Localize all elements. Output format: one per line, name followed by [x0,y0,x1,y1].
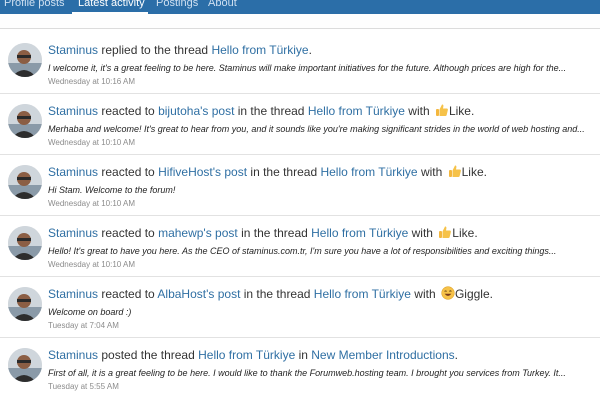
action-text: posted the thread [98,348,199,362]
activity-headline: Staminus reacted to mahewp's post in the… [48,225,478,241]
avatar[interactable] [8,226,42,260]
post-link[interactable]: AlbaHost's post [157,287,240,301]
post-excerpt: Merhaba and welcome! It's great to hear … [48,124,585,134]
thread-link[interactable]: Hello from Türkiye [198,348,295,362]
action-text: reacted to [98,165,159,179]
thread-link[interactable]: Hello from Türkiye [311,226,408,240]
post-excerpt: Hi Stam. Welcome to the forum! [48,185,176,195]
avatar[interactable] [8,287,42,321]
period-text: . [470,104,475,118]
action-text: reacted to [98,287,158,301]
activity-item: Staminus posted the thread Hello from Tü… [0,338,600,399]
post-excerpt: Hello! It's great to have you here. As t… [48,246,557,256]
tab-postings[interactable]: Postings [156,0,198,14]
post-excerpt: Welcome on board :) [48,307,132,317]
in-thread-text: in the thread [240,287,314,301]
post-link[interactable]: mahewp's post [158,226,238,240]
activity-timestamp[interactable]: Wednesday at 10:10 AM [48,198,135,209]
activity-item: Staminus replied to the thread Hello fro… [0,33,600,94]
period-text: . [308,43,312,57]
user-link[interactable]: Staminus [48,104,98,118]
post-link[interactable]: bijutoha's post [158,104,234,118]
post-excerpt: I welcome it, it's a great feeling to be… [48,63,567,73]
activity-timestamp[interactable]: Wednesday at 10:16 AM [48,76,135,87]
in-text: in [295,348,312,362]
activity-timestamp[interactable]: Tuesday at 5:55 AM [48,381,119,392]
thumbs-up-icon [435,103,449,117]
activity-headline: Staminus reacted to bijutoha's post in t… [48,103,474,119]
activity-headline: Staminus reacted to AlbaHost's post in t… [48,286,493,302]
avatar[interactable] [8,165,42,199]
user-link[interactable]: Staminus [48,165,98,179]
avatar[interactable] [8,104,42,138]
activity-feed: Staminus replied to the thread Hello fro… [0,28,600,400]
post-excerpt: First of all, it is a great feeling to b… [48,368,566,378]
giggle-face-icon [441,286,455,300]
activity-item: Staminus reacted to AlbaHost's post in t… [0,277,600,338]
profile-tab-bar: Profile posts Latest activity Postings A… [0,0,600,14]
activity-item: Staminus reacted to mahewp's post in the… [0,216,600,277]
avatar[interactable] [8,348,42,382]
activity-headline: Staminus replied to the thread Hello fro… [48,42,312,58]
forum-link[interactable]: New Member Introductions [311,348,454,362]
activity-item: Staminus reacted to HifiveHost's post in… [0,155,600,216]
thumbs-up-icon [448,164,462,178]
reaction-label: Like [448,104,471,118]
activity-timestamp[interactable]: Wednesday at 10:10 AM [48,137,135,148]
user-link[interactable]: Staminus [48,348,98,362]
action-text: replied to the thread [98,43,212,57]
tab-about[interactable]: About [208,0,237,14]
thread-link[interactable]: Hello from Türkiye [314,287,411,301]
activity-headline: Staminus posted the thread Hello from Tü… [48,347,458,363]
activity-headline: Staminus reacted to HifiveHost's post in… [48,164,487,180]
period-text: . [454,348,458,362]
in-thread-text: in the thread [234,104,308,118]
action-text: reacted to [98,104,159,118]
in-thread-text: in the thread [237,226,312,240]
post-link[interactable]: HifiveHost's post [158,165,247,179]
with-text: with [410,287,439,301]
avatar[interactable] [8,43,42,77]
user-link[interactable]: Staminus [48,226,98,240]
active-tab-indicator [72,12,148,14]
reaction-label: Like [452,226,475,240]
thumbs-up-icon [438,225,452,239]
thread-link[interactable]: Hello from Türkiye [320,165,417,179]
user-link[interactable]: Staminus [48,43,98,57]
period-text: . [474,226,478,240]
with-text: with [417,165,446,179]
activity-timestamp[interactable]: Wednesday at 10:10 AM [48,259,135,270]
period-text: . [483,165,487,179]
reaction-label: Like [461,165,484,179]
activity-item: Staminus reacted to bijutoha's post in t… [0,94,600,155]
reaction-label: Giggle [454,287,490,301]
user-link[interactable]: Staminus [48,287,98,301]
with-text: with [404,104,433,118]
activity-timestamp[interactable]: Tuesday at 7:04 AM [48,320,119,331]
tab-profile-posts[interactable]: Profile posts [4,0,65,14]
period-text: . [489,287,493,301]
in-thread-text: in the thread [247,165,321,179]
with-text: with [408,226,437,240]
thread-link[interactable]: Hello from Türkiye [211,43,308,57]
action-text: reacted to [98,226,159,240]
thread-link[interactable]: Hello from Türkiye [308,104,405,118]
